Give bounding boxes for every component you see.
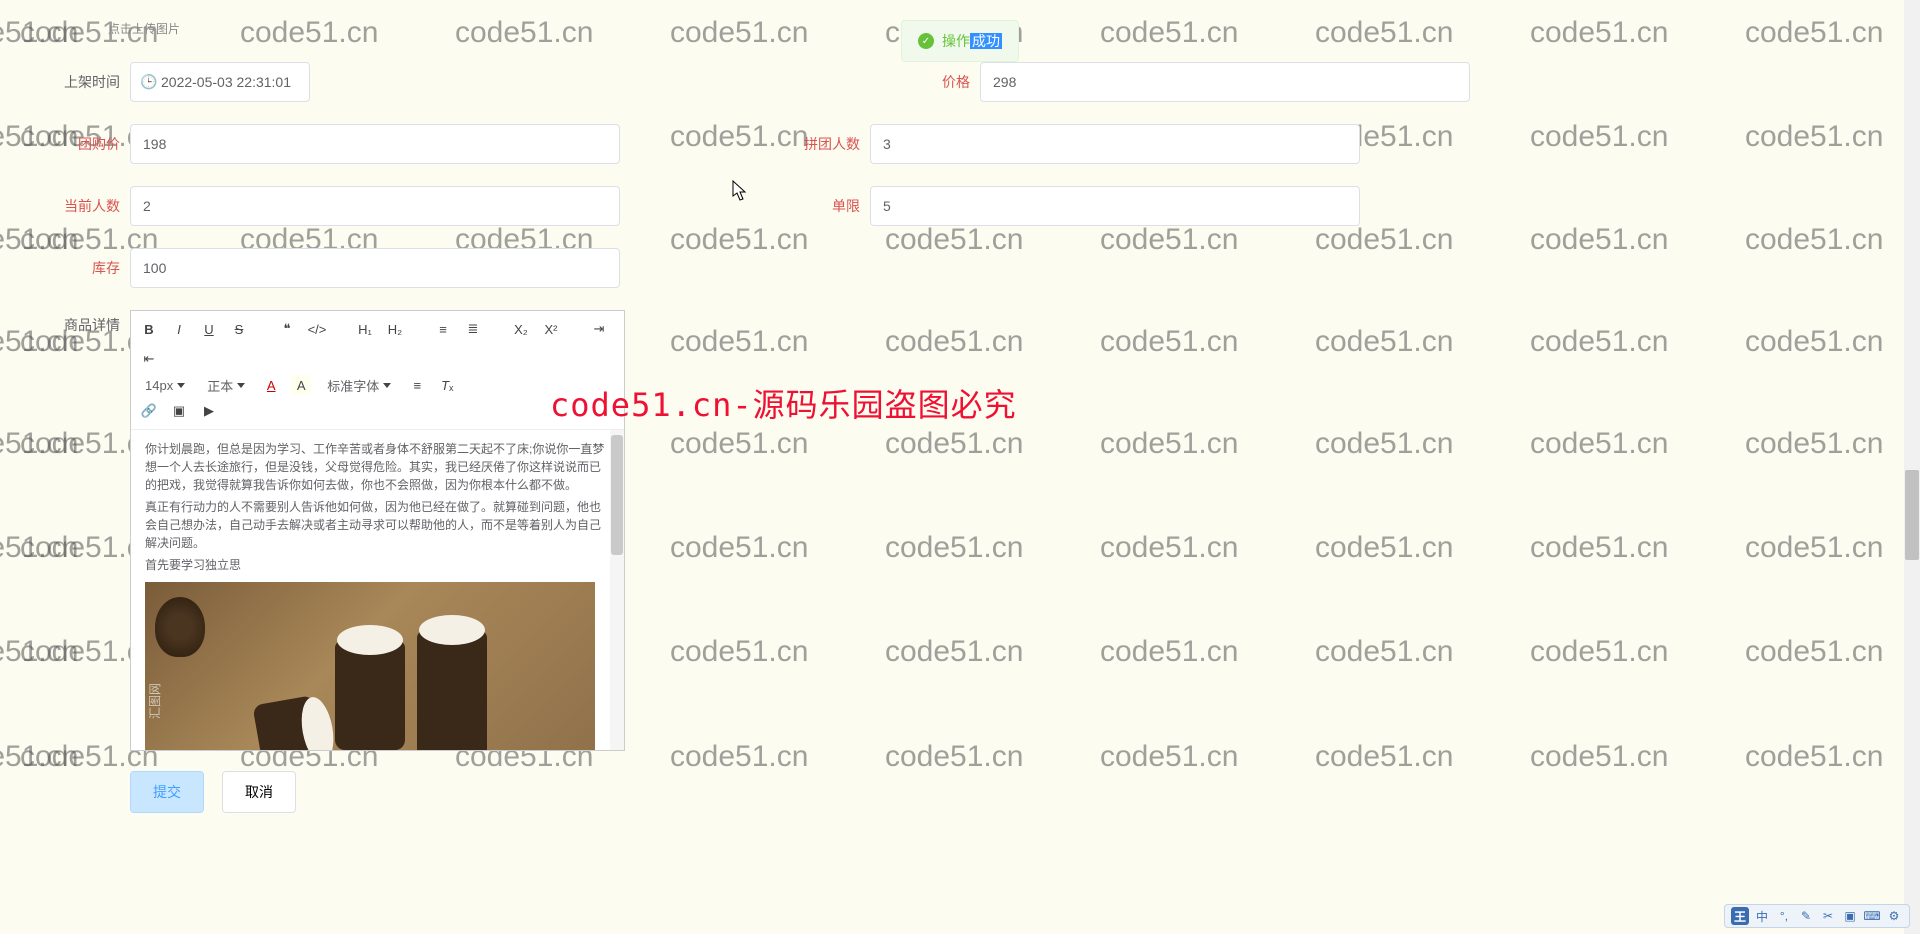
ime-lang-icon[interactable]: 中: [1753, 907, 1771, 925]
label-price: 价格: [890, 72, 970, 92]
editor-scrollbar-thumb[interactable]: [611, 435, 623, 555]
image-watermark: 汇图网: [146, 683, 164, 719]
editor-content[interactable]: 你计划晨跑，但总是因为学习、工作辛苦或者身体不舒服第二天起不了床;你说你一直梦想…: [131, 430, 624, 750]
video-icon[interactable]: ▶: [199, 401, 219, 421]
success-toast: ✓ 操作成功: [901, 20, 1019, 62]
cancel-button[interactable]: 取消: [222, 771, 296, 813]
editor-paragraph: 你计划晨跑，但总是因为学习、工作辛苦或者身体不舒服第二天起不了床;你说你一直梦想…: [145, 440, 610, 494]
editor-image[interactable]: 汇图网: [145, 582, 595, 750]
unordered-list-icon[interactable]: ≣: [463, 319, 483, 339]
check-icon: ✓: [918, 33, 934, 49]
label-current-people: 当前人数: [40, 196, 120, 216]
ime-edit-icon[interactable]: ✎: [1797, 907, 1815, 925]
ime-logo-icon[interactable]: 王: [1731, 907, 1749, 925]
input-price[interactable]: [980, 62, 1470, 102]
label-detail: 商品详情: [40, 310, 120, 335]
link-icon[interactable]: 🔗: [139, 401, 159, 421]
toast-highlight: 成功: [970, 33, 1002, 49]
label-single-limit: 单限: [780, 196, 860, 216]
superscript-icon[interactable]: X²: [541, 319, 561, 339]
clear-format-icon[interactable]: Tₓ: [437, 375, 457, 395]
product-form: 点击上传图片 上架时间 🕒 价格 团购价 拼团人数 当前人数: [0, 0, 1920, 833]
ime-punct-icon[interactable]: °,: [1775, 907, 1793, 925]
editor-paragraph: 真正有行动力的人不需要别人告诉他如何做，因为他已经在做了。就算碰到问题，他也会自…: [145, 498, 610, 552]
h2-icon[interactable]: H₂: [385, 319, 405, 339]
rice-cup: [335, 640, 405, 750]
ime-screenshot-icon[interactable]: ▣: [1841, 907, 1859, 925]
editor-paragraph: 首先要学习独立思: [145, 556, 610, 574]
align-icon[interactable]: ≡: [407, 375, 427, 395]
quote-icon[interactable]: ❝: [277, 319, 297, 339]
input-current-people[interactable]: [130, 186, 620, 226]
page-scrollbar-thumb[interactable]: [1905, 470, 1919, 560]
editor-toolbar: B I U S ❝ </> H₁ H₂ ≡ ≣ X₂ X²: [131, 311, 624, 430]
label-group-price: 团购价: [40, 134, 120, 154]
pinecone-decoration: [155, 597, 205, 657]
toast-prefix: 操作: [942, 33, 970, 49]
input-stock[interactable]: [130, 248, 620, 288]
underline-icon[interactable]: U: [199, 319, 219, 339]
submit-button[interactable]: 提交: [130, 771, 204, 813]
input-single-limit[interactable]: [870, 186, 1360, 226]
indent-icon[interactable]: ⇥: [589, 319, 609, 339]
outdent-icon[interactable]: ⇤: [139, 349, 159, 369]
font-style-select[interactable]: 正本: [201, 376, 251, 395]
label-group-people: 拼团人数: [780, 134, 860, 154]
input-group-price[interactable]: [130, 124, 620, 164]
ime-keyboard-icon[interactable]: ⌨: [1863, 907, 1881, 925]
ordered-list-icon[interactable]: ≡: [433, 319, 453, 339]
label-stock: 库存: [40, 258, 120, 278]
italic-icon[interactable]: I: [169, 319, 189, 339]
bold-icon[interactable]: B: [139, 319, 159, 339]
text-color-icon[interactable]: A: [261, 375, 281, 395]
image-icon[interactable]: ▣: [169, 401, 189, 421]
h1-icon[interactable]: H₁: [355, 319, 375, 339]
ime-toolbar[interactable]: 王 中 °, ✎ ✂ ▣ ⌨ ⚙: [1724, 904, 1910, 928]
ime-settings-icon[interactable]: ⚙: [1885, 907, 1903, 925]
rice-cup: [252, 695, 323, 750]
strike-icon[interactable]: S: [229, 319, 249, 339]
rich-editor: B I U S ❝ </> H₁ H₂ ≡ ≣ X₂ X²: [130, 310, 625, 751]
font-size-select[interactable]: 14px: [139, 378, 191, 393]
page-scrollbar[interactable]: [1904, 0, 1920, 934]
clock-icon: 🕒: [140, 74, 157, 91]
code-icon[interactable]: </>: [307, 319, 327, 339]
ime-scissors-icon[interactable]: ✂: [1819, 907, 1837, 925]
subscript-icon[interactable]: X₂: [511, 319, 531, 339]
editor-scrollbar[interactable]: [610, 430, 624, 750]
input-group-people[interactable]: [870, 124, 1360, 164]
bg-color-icon[interactable]: A: [291, 375, 311, 395]
rice-cup: [417, 630, 487, 750]
font-family-select[interactable]: 标准字体: [321, 376, 397, 395]
label-publish-time: 上架时间: [40, 72, 120, 92]
